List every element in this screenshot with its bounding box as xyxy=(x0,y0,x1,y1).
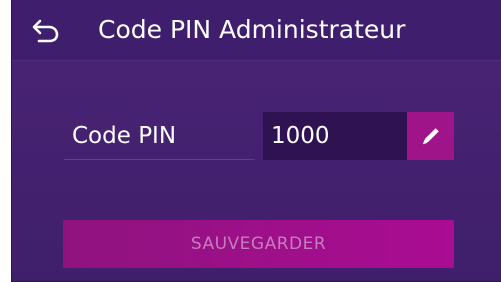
pin-label-row: Code PIN xyxy=(64,112,254,160)
page-title: Code PIN Administrateur xyxy=(98,15,406,44)
edit-pin-button[interactable] xyxy=(407,112,454,160)
header-bar: Code PIN Administrateur xyxy=(12,0,501,61)
pin-field[interactable]: 1000 xyxy=(263,112,407,160)
pin-value: 1000 xyxy=(271,123,330,149)
back-arrow-icon xyxy=(32,19,59,43)
pencil-icon xyxy=(423,128,439,145)
pin-label: Code PIN xyxy=(72,123,177,149)
save-button[interactable]: SAUVEGARDER xyxy=(63,220,454,268)
back-button[interactable] xyxy=(30,12,66,48)
pin-settings-screen: Code PIN Administrateur Code PIN 1000 SA… xyxy=(11,0,501,282)
